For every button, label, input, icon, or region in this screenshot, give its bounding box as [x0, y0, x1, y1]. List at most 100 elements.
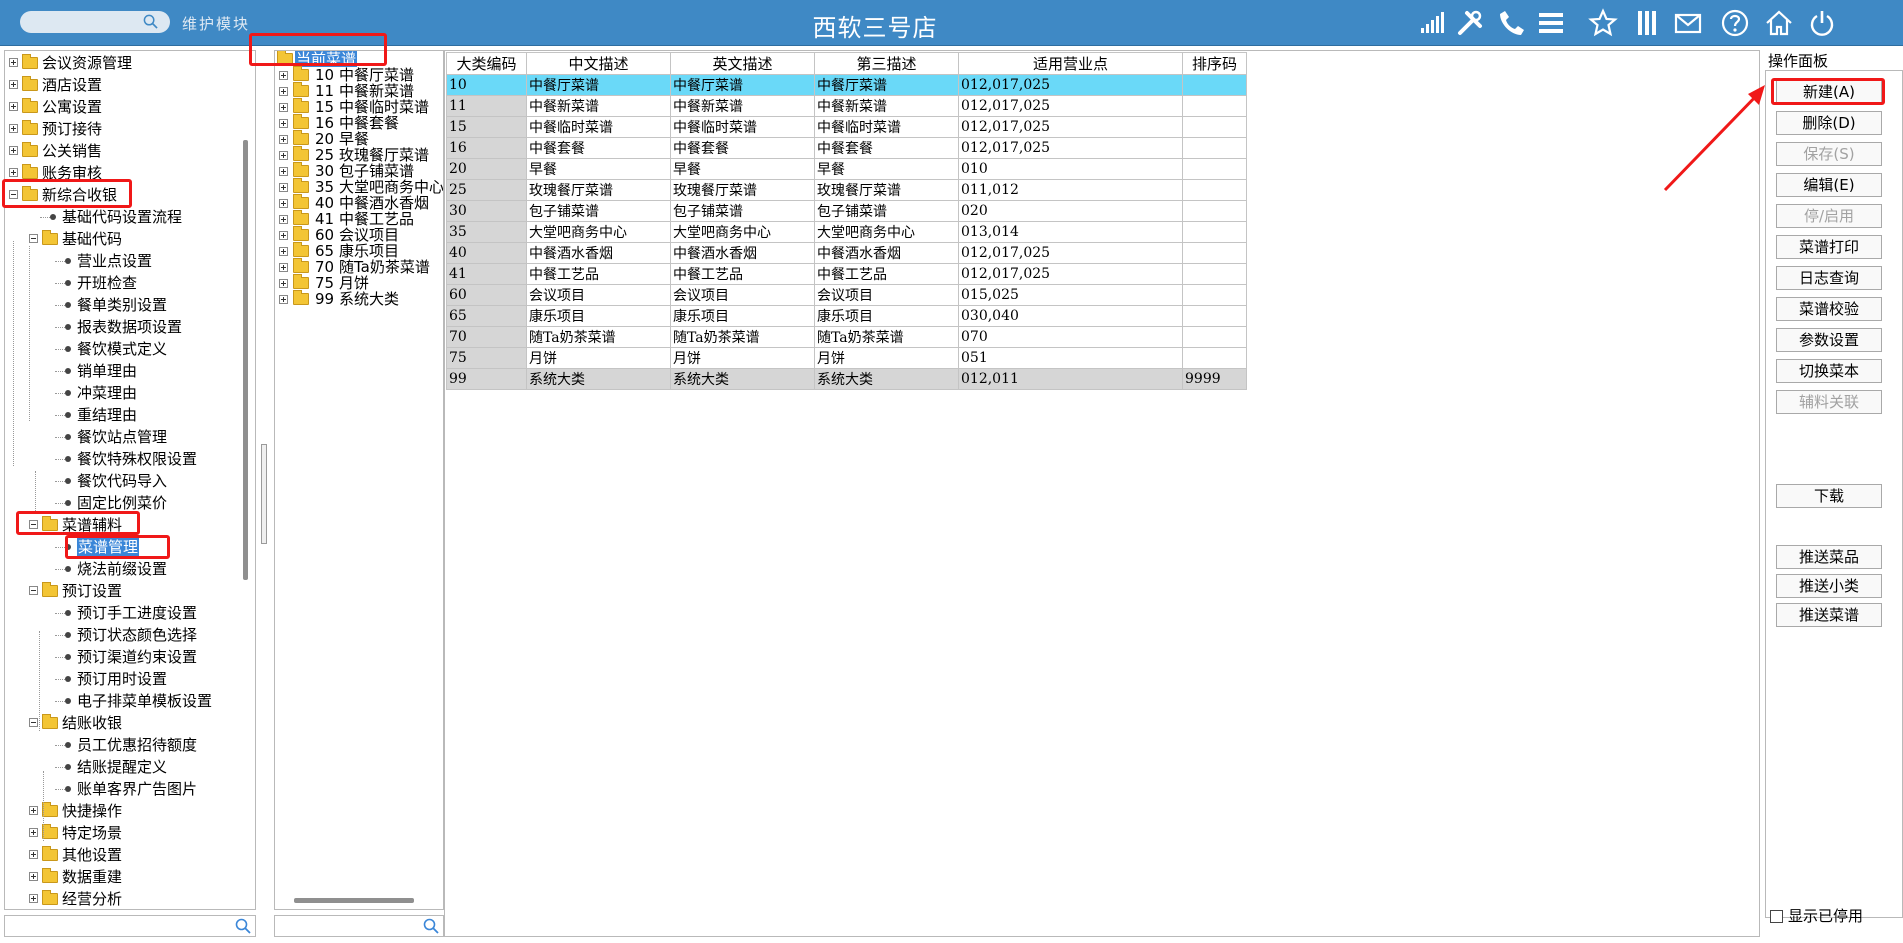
- tree-node[interactable]: 结账收银: [5, 713, 245, 733]
- table-row[interactable]: 25 玫瑰餐厅菜谱 玫瑰餐厅菜谱 玫瑰餐厅菜谱 011,012: [446, 179, 1247, 201]
- table-cell[interactable]: 大堂吧商务中心: [526, 221, 671, 243]
- table-row[interactable]: 41 中餐工艺品 中餐工艺品 中餐工艺品 012,017,025: [446, 263, 1247, 285]
- expand-icon[interactable]: [279, 167, 288, 176]
- expand-icon[interactable]: [279, 135, 288, 144]
- tree-node[interactable]: 营业点设置: [5, 251, 245, 271]
- column-header[interactable]: 第三描述: [814, 52, 959, 75]
- tree-node[interactable]: 预订手工进度设置: [5, 603, 245, 623]
- panel-splitter[interactable]: [261, 444, 267, 544]
- table-cell[interactable]: 10: [446, 74, 527, 96]
- log-query-button[interactable]: 日志查询: [1776, 266, 1882, 290]
- table-cell[interactable]: [1182, 263, 1247, 285]
- search-icon[interactable]: [143, 14, 158, 29]
- table-cell[interactable]: 41: [446, 263, 527, 285]
- table-cell[interactable]: [1182, 116, 1247, 138]
- parameter-settings-button[interactable]: 参数设置: [1776, 328, 1882, 352]
- edit-button[interactable]: 编辑(E): [1776, 173, 1882, 197]
- expand-icon[interactable]: [279, 295, 288, 304]
- table-cell[interactable]: [1182, 179, 1247, 201]
- table-cell[interactable]: 包子铺菜谱: [670, 200, 815, 222]
- menu-icon[interactable]: [1536, 8, 1566, 38]
- tree-node[interactable]: 数据重建: [5, 867, 245, 887]
- table-cell[interactable]: 中餐套餐: [670, 137, 815, 159]
- table-cell[interactable]: 011,012: [958, 179, 1183, 201]
- show-disabled-checkbox[interactable]: [1770, 910, 1783, 923]
- table-cell[interactable]: 65: [446, 305, 527, 327]
- columns-icon[interactable]: [1632, 8, 1662, 38]
- tree-node[interactable]: 账单客界广告图片: [5, 779, 245, 799]
- table-cell[interactable]: 015,025: [958, 284, 1183, 306]
- table-row[interactable]: 70 随Ta奶茶菜谱 随Ta奶茶菜谱 随Ta奶茶菜谱 070: [446, 326, 1247, 348]
- table-cell[interactable]: 早餐: [670, 158, 815, 180]
- switch-menu-button[interactable]: 切换菜本: [1776, 359, 1882, 383]
- table-cell[interactable]: 25: [446, 179, 527, 201]
- search-icon[interactable]: [423, 918, 439, 934]
- tree-node[interactable]: 餐饮特殊权限设置: [5, 449, 245, 469]
- table-cell[interactable]: 中餐新菜谱: [526, 95, 671, 117]
- table-cell[interactable]: [1182, 242, 1247, 264]
- table-cell[interactable]: 中餐新菜谱: [814, 95, 959, 117]
- table-cell[interactable]: 012,017,025: [958, 242, 1183, 264]
- collapse-icon[interactable]: [29, 234, 38, 243]
- table-row[interactable]: 20 早餐 早餐 早餐 010: [446, 158, 1247, 180]
- table-row[interactable]: 75 月饼 月饼 月饼 051: [446, 347, 1247, 369]
- expand-icon[interactable]: [9, 168, 18, 177]
- table-cell[interactable]: 随Ta奶茶菜谱: [814, 326, 959, 348]
- table-cell[interactable]: [1182, 137, 1247, 159]
- home-icon[interactable]: [1764, 8, 1794, 38]
- table-cell[interactable]: 030,040: [958, 305, 1183, 327]
- menu-category-tree[interactable]: 当前菜谱 10 中餐厅菜谱 11 中餐新菜谱 15 中餐临时菜谱 16 中餐套餐 20 早餐 25 玫瑰…: [274, 50, 444, 910]
- tree-node[interactable]: 餐单类别设置: [5, 295, 245, 315]
- tree-node[interactable]: 公关销售: [5, 141, 245, 161]
- table-cell[interactable]: 中餐工艺品: [526, 263, 671, 285]
- table-cell[interactable]: 013,014: [958, 221, 1183, 243]
- table-cell[interactable]: 大堂吧商务中心: [670, 221, 815, 243]
- table-cell[interactable]: 系统大类: [814, 368, 959, 390]
- table-cell[interactable]: [1182, 284, 1247, 306]
- tree-node[interactable]: 报表数据项设置: [5, 317, 245, 337]
- tree-node[interactable]: 预订接待: [5, 119, 245, 139]
- column-header[interactable]: 适用营业点: [958, 52, 1183, 75]
- table-cell[interactable]: 系统大类: [526, 368, 671, 390]
- table-cell[interactable]: 中餐厅菜谱: [814, 74, 959, 96]
- table-cell[interactable]: 中餐套餐: [814, 137, 959, 159]
- table-cell[interactable]: 中餐酒水香烟: [670, 242, 815, 264]
- table-cell[interactable]: [1182, 158, 1247, 180]
- table-cell[interactable]: 中餐厅菜谱: [526, 74, 671, 96]
- column-header[interactable]: 大类编码: [446, 52, 527, 75]
- table-cell[interactable]: 70: [446, 326, 527, 348]
- table-cell[interactable]: 中餐新菜谱: [670, 95, 815, 117]
- tree-node[interactable]: 烧法前缀设置: [5, 559, 245, 579]
- toggle-enable-button[interactable]: 停/启用: [1776, 204, 1882, 228]
- tree-node[interactable]: 公寓设置: [5, 97, 245, 117]
- table-cell[interactable]: 中餐工艺品: [814, 263, 959, 285]
- table-cell[interactable]: [1182, 326, 1247, 348]
- table-cell[interactable]: 月饼: [814, 347, 959, 369]
- download-button[interactable]: 下载: [1776, 484, 1882, 508]
- tree-node[interactable]: 其他设置: [5, 845, 245, 865]
- expand-icon[interactable]: [279, 103, 288, 112]
- table-cell[interactable]: 中餐厅菜谱: [670, 74, 815, 96]
- table-cell[interactable]: [1182, 74, 1247, 96]
- tree-node[interactable]: 固定比例菜价: [5, 493, 245, 513]
- tree-node[interactable]: 电子排菜单模板设置: [5, 691, 245, 711]
- expand-icon[interactable]: [9, 102, 18, 111]
- print-menu-button[interactable]: 菜谱打印: [1776, 235, 1882, 259]
- table-cell[interactable]: 051: [958, 347, 1183, 369]
- table-cell[interactable]: 15: [446, 116, 527, 138]
- tree-node[interactable]: 基础代码设置流程: [5, 207, 245, 227]
- table-cell[interactable]: 中餐酒水香烟: [814, 242, 959, 264]
- tree-node[interactable]: 预订状态颜色选择: [5, 625, 245, 645]
- expand-icon[interactable]: [279, 183, 288, 192]
- expand-icon[interactable]: [29, 828, 38, 837]
- table-cell[interactable]: 070: [958, 326, 1183, 348]
- tree-node[interactable]: 餐饮模式定义: [5, 339, 245, 359]
- tree-node[interactable]: 预订渠道约束设置: [5, 647, 245, 667]
- table-cell[interactable]: 012,011: [958, 368, 1183, 390]
- table-cell[interactable]: 中餐临时菜谱: [670, 116, 815, 138]
- expand-icon[interactable]: [279, 247, 288, 256]
- star-icon[interactable]: [1588, 8, 1618, 38]
- tree-node[interactable]: 开班检查: [5, 273, 245, 293]
- mail-icon[interactable]: [1673, 8, 1703, 38]
- power-icon[interactable]: [1807, 8, 1837, 38]
